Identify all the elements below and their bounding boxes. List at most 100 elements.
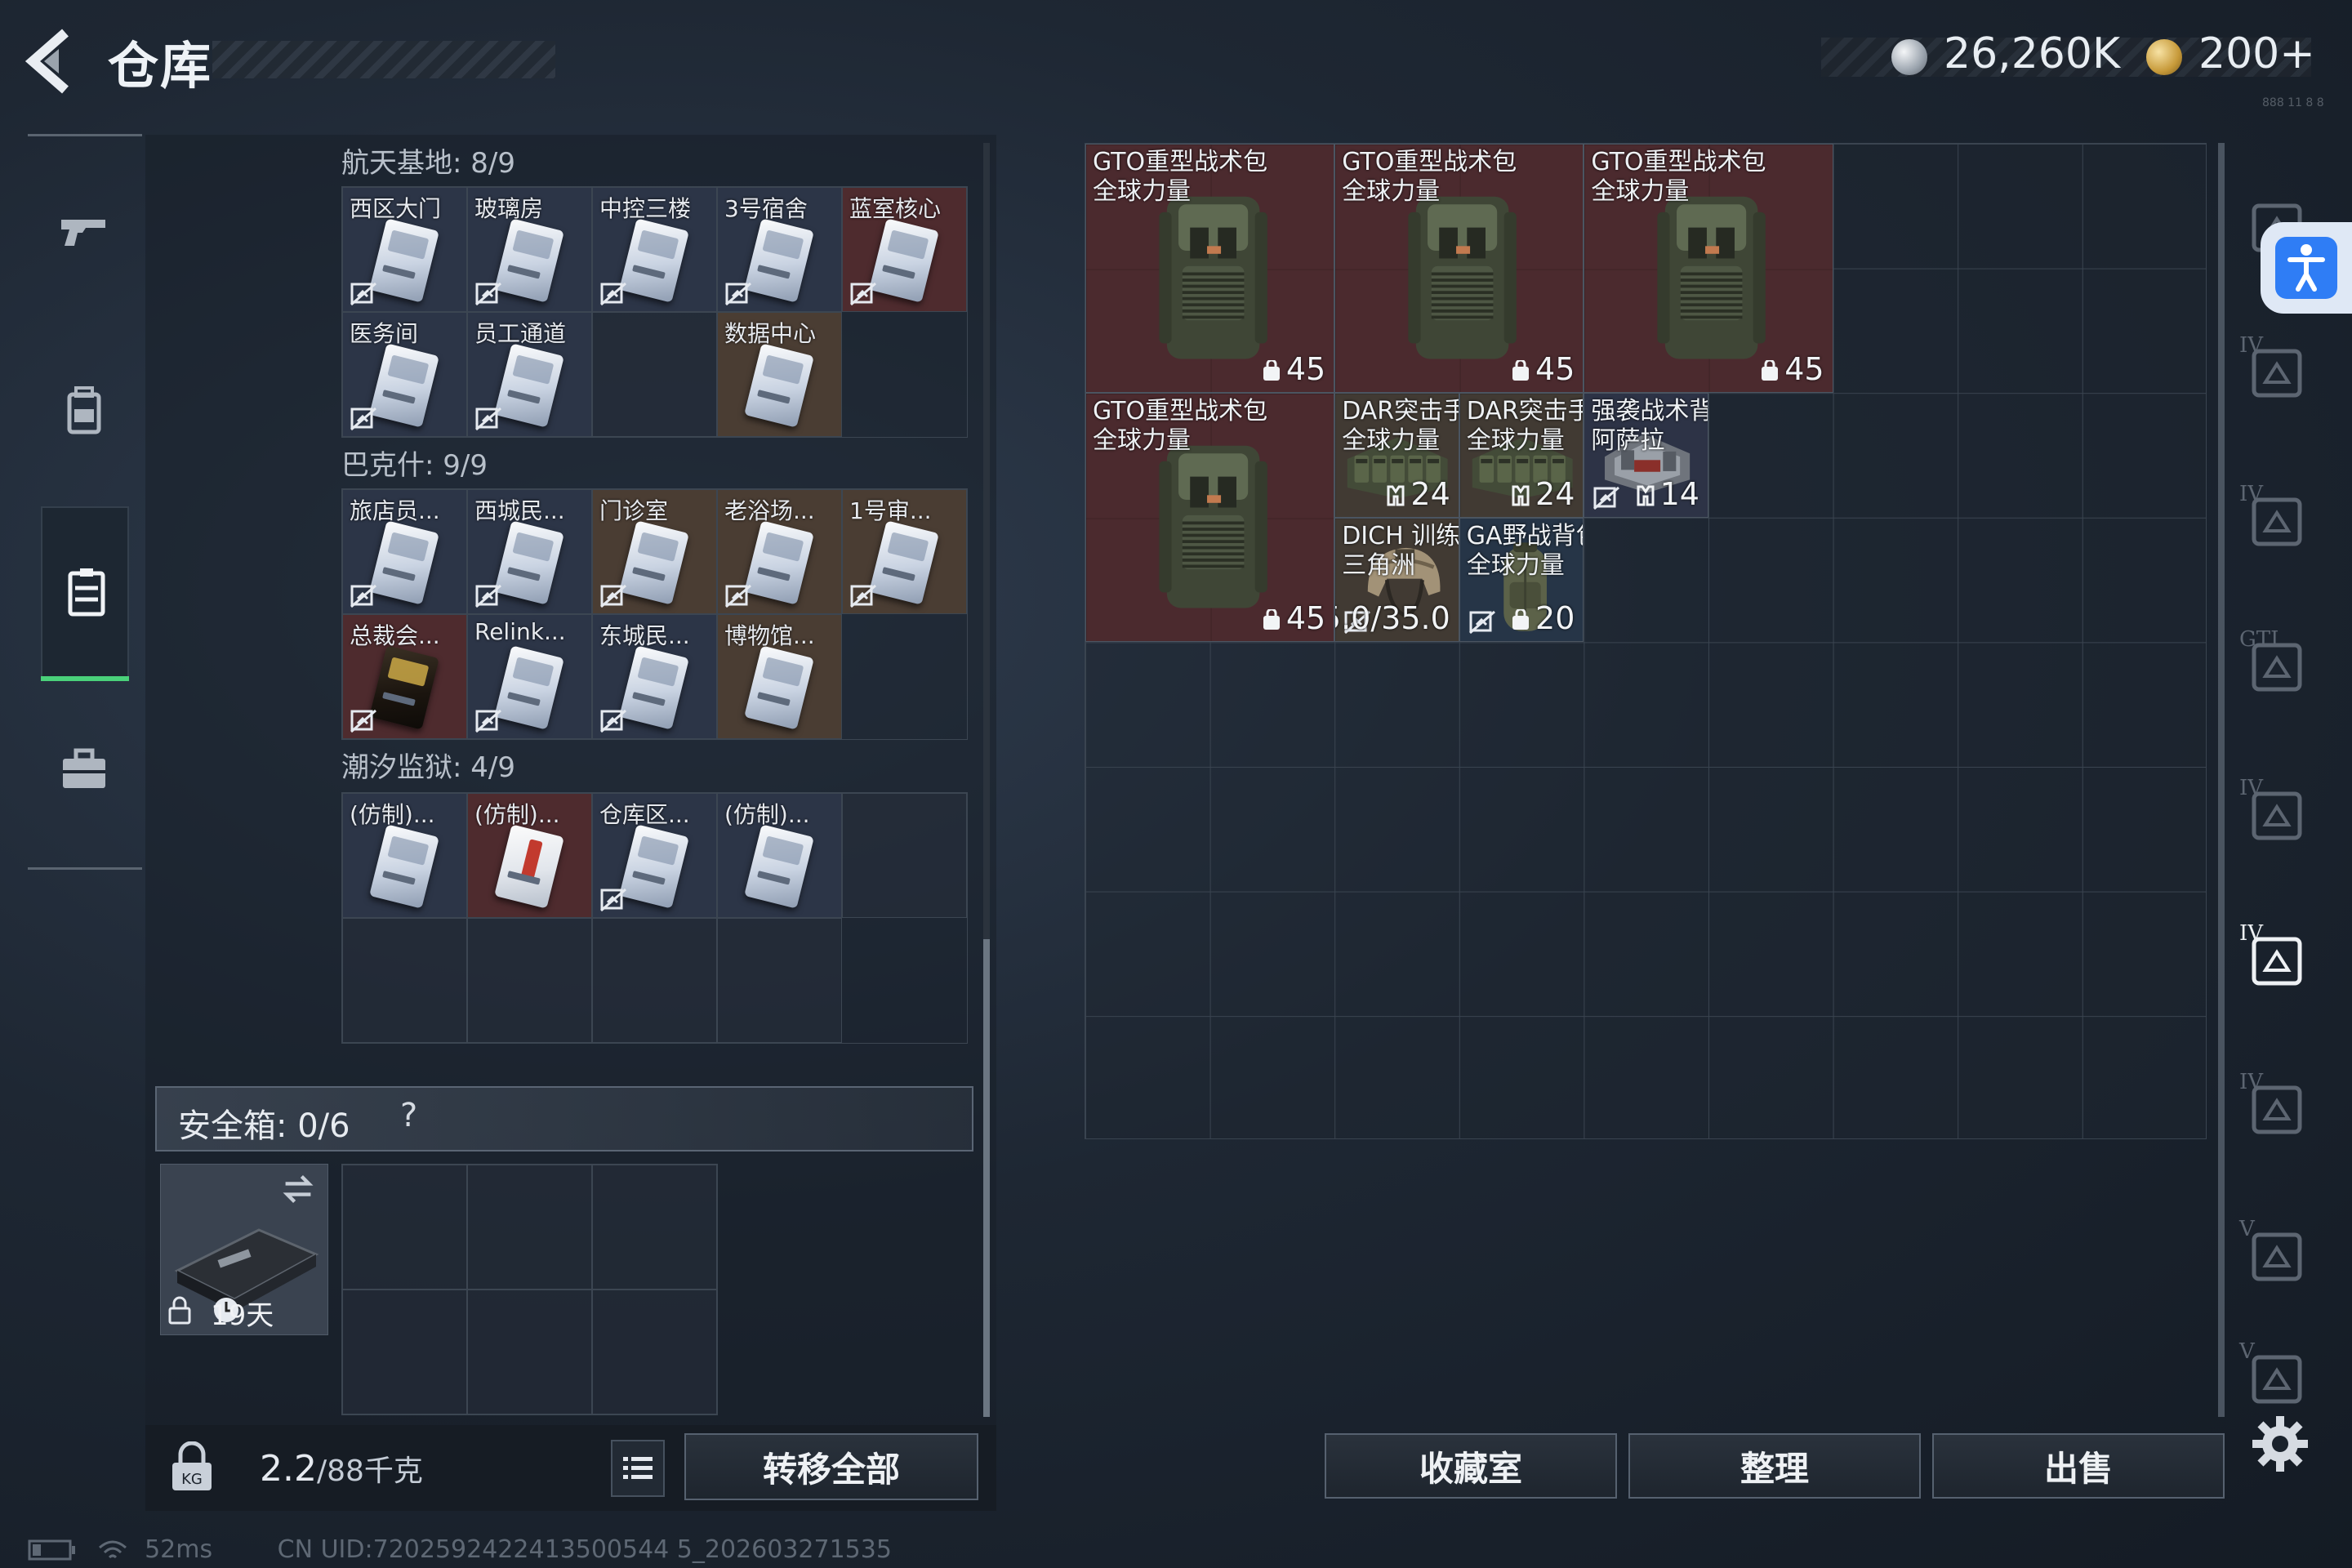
stash-page-tier: V — [2239, 1339, 2255, 1364]
gold-currency-amount[interactable]: 200+ — [2198, 29, 2315, 78]
safe-box-slot[interactable] — [467, 1290, 592, 1414]
keycard-slot[interactable]: 门诊室 — [592, 489, 717, 614]
stash-item[interactable]: DICH 训练头盔 三角洲 35.0/35.0 — [1334, 517, 1459, 643]
safe-box-help-button[interactable]: ? — [400, 1097, 417, 1134]
item-value: 35.0/35.0 — [1335, 600, 1450, 636]
stash-page-tab[interactable]: IV — [2238, 1070, 2311, 1143]
keycard-slot[interactable]: 玻璃房 — [467, 187, 592, 312]
back-button[interactable] — [23, 24, 88, 98]
stash-page-tab[interactable]: V — [2238, 1217, 2311, 1290]
item-value: 45 — [1511, 351, 1575, 387]
stash-item[interactable]: GTO重型战术包 全球力量 45 — [1085, 144, 1335, 394]
empty-slot[interactable] — [467, 918, 592, 1043]
keycard-slot[interactable]: 西区大门 — [342, 187, 467, 312]
keycard-label: 蓝室核心 — [849, 195, 942, 222]
stash-page-tier: IV — [2239, 921, 2264, 946]
swap-icon[interactable] — [280, 1171, 316, 1207]
sell-button[interactable]: 出售 — [1932, 1433, 2225, 1499]
keycard-slot[interactable]: (仿制)... — [342, 793, 467, 918]
silver-currency-amount[interactable]: 26,260K — [1944, 29, 2120, 78]
stash-page-tab[interactable]: IV — [2238, 921, 2311, 995]
storage-locker-icon — [68, 568, 105, 617]
weight-icon — [1512, 609, 1530, 630]
back-arrow-icon — [24, 29, 69, 94]
vest-icon — [1637, 485, 1655, 506]
keycard-image — [744, 645, 814, 730]
keycard-slot[interactable]: 数据中心 — [717, 312, 842, 437]
safe-box-slot[interactable] — [342, 1165, 467, 1290]
item-value: 24 — [1386, 476, 1450, 512]
rail-tab-storage[interactable] — [41, 506, 129, 681]
safe-box-label: 安全箱: 0/6 — [178, 1107, 350, 1145]
stash-item[interactable]: 强袭战术背心 阿萨拉 14 — [1584, 393, 1708, 518]
safe-box-slot[interactable] — [467, 1165, 592, 1290]
organize-button[interactable]: 整理 — [1628, 1433, 1921, 1499]
page-title: 仓库 — [108, 36, 213, 96]
item-name: GTO重型战术包 全球力量 — [1093, 397, 1268, 456]
not-insured-icon — [600, 709, 626, 733]
empty-slot[interactable] — [717, 918, 842, 1043]
keycard-slot[interactable]: (仿制)... — [467, 793, 592, 918]
keycard-slot[interactable]: 总裁会... — [342, 614, 467, 739]
not-insured-icon — [1468, 611, 1495, 635]
keycard-section-title: 航天基地: 8/9 — [341, 147, 515, 180]
keycard-slot[interactable]: 中控三楼 — [592, 187, 717, 312]
stash-item[interactable]: DAR突击手胸挂 全球力量 24 — [1459, 393, 1584, 518]
keycard-slot[interactable]: 旅店员... — [342, 489, 467, 614]
empty-slot[interactable] — [592, 918, 717, 1043]
list-view-button[interactable] — [611, 1440, 665, 1497]
keycard-slot[interactable]: 蓝室核心 — [842, 187, 967, 312]
battery-icon — [28, 1539, 75, 1561]
rail-tab-weapons[interactable] — [41, 186, 127, 276]
safe-box-slot[interactable] — [342, 1290, 467, 1414]
safe-box-grid — [341, 1164, 718, 1415]
stash-page-tab[interactable]: IV — [2238, 482, 2311, 555]
keycard-slot[interactable]: 1号审... — [842, 489, 967, 614]
keycard-slot[interactable]: 老浴场... — [717, 489, 842, 614]
stash-page-tab[interactable]: IV — [2238, 776, 2311, 849]
item-name: DAR突击手胸挂 全球力量 — [1466, 397, 1584, 456]
carry-weight-value: 2.2 — [260, 1448, 317, 1490]
rail-tab-briefcase[interactable] — [41, 725, 127, 815]
transfer-all-button[interactable]: 转移全部 — [684, 1433, 978, 1500]
keycard-image — [369, 645, 439, 730]
keycard-label: 东城民... — [599, 622, 690, 649]
keycard-slot[interactable]: 医务间 — [342, 312, 467, 437]
keycard-slot[interactable]: 西城民... — [467, 489, 592, 614]
keycard-label: 西区大门 — [350, 195, 442, 222]
lock-icon — [168, 1296, 191, 1325]
settings-gear-icon[interactable] — [2247, 1411, 2313, 1477]
keycard-slot[interactable]: 东城民... — [592, 614, 717, 739]
item-value: 45 — [1262, 351, 1325, 387]
keycard-slot[interactable]: 仓库区... — [592, 793, 717, 918]
accessibility-icon — [2275, 237, 2337, 299]
stash-page-tab[interactable]: IV — [2238, 333, 2311, 407]
rail-tab-gear[interactable] — [41, 366, 127, 456]
not-insured-icon — [475, 584, 501, 608]
empty-slot[interactable] — [342, 918, 467, 1043]
keycard-slot[interactable]: 3号宿舍 — [717, 187, 842, 312]
keycard-label: 3号宿舍 — [724, 195, 808, 222]
stash-item[interactable]: DAR突击手胸挂 全球力量 24 — [1334, 393, 1459, 518]
keycard-slot[interactable]: 员工通道 — [467, 312, 592, 437]
not-insured-icon — [850, 584, 876, 608]
stash-item[interactable]: GTO重型战术包 全球力量 45 — [1584, 144, 1833, 394]
inventory-scrollbar-thumb[interactable] — [983, 939, 990, 1417]
collection-room-button[interactable]: 收藏室 — [1325, 1433, 1617, 1499]
empty-slot[interactable] — [592, 312, 717, 437]
rail-divider-bottom — [28, 867, 142, 870]
not-insured-icon — [600, 888, 626, 912]
stash-item[interactable]: GA野战背包 全球力量 20 — [1459, 517, 1584, 643]
empty-slot[interactable] — [842, 793, 967, 918]
keycard-slot[interactable]: 博物馆... — [717, 614, 842, 739]
safe-box-slot[interactable] — [592, 1165, 717, 1290]
stash-item[interactable]: GTO重型战术包 全球力量 45 — [1334, 144, 1584, 394]
keycard-image — [494, 343, 564, 428]
stash-item[interactable]: GTO重型战术包 全球力量 45 — [1085, 393, 1335, 643]
safe-box-slot[interactable] — [592, 1290, 717, 1414]
keycard-slot[interactable]: Relink... — [467, 614, 592, 739]
keycard-slot[interactable]: (仿制)... — [717, 793, 842, 918]
stash-page-tab[interactable]: GTI — [2238, 627, 2311, 701]
stash-page-tab[interactable]: V — [2238, 1339, 2311, 1413]
stash-scrollbar[interactable] — [2218, 143, 2225, 1417]
